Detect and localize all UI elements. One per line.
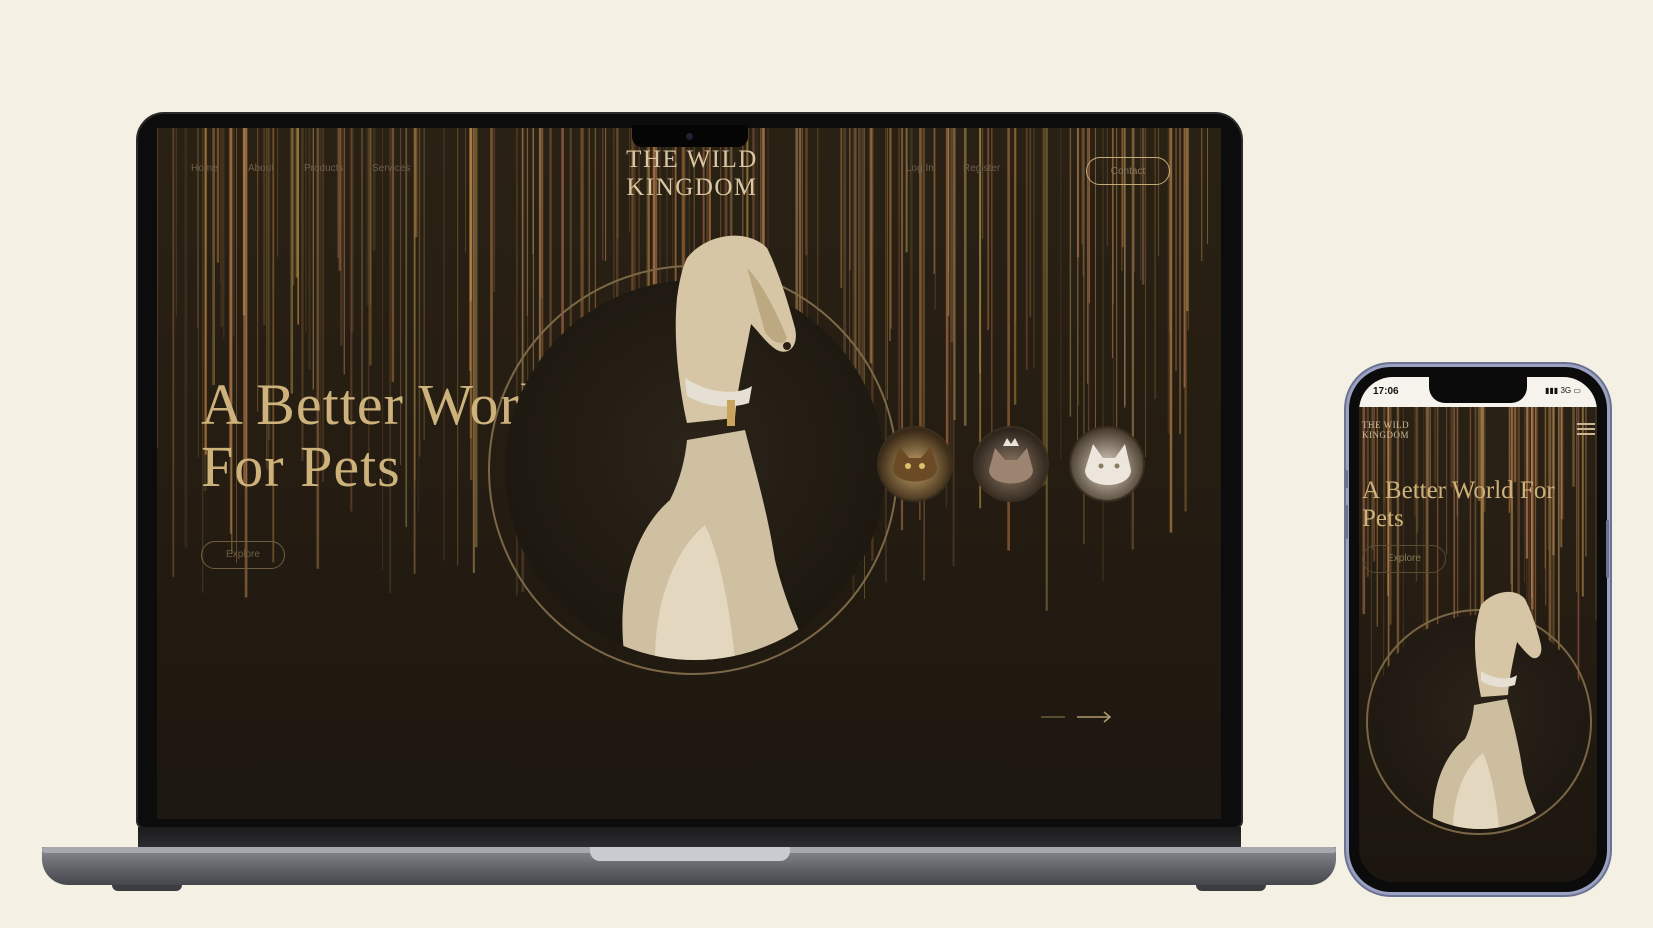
desktop-site: Home About Products Services Log In Regi… xyxy=(157,128,1221,819)
mobile-site: 17:06 ▮▮▮ 3G ▭ THE WILD KINGDOM A Better… xyxy=(1359,377,1597,882)
nav-home[interactable]: Home xyxy=(191,163,218,174)
mobile-hero-title-line-1: A Better World For xyxy=(1362,477,1555,504)
nav-register[interactable]: Register xyxy=(963,163,1000,174)
nav-services[interactable]: Services xyxy=(372,163,410,174)
phone-volume-button xyxy=(1345,505,1348,539)
contact-button[interactable]: Contact xyxy=(1086,157,1170,185)
battery-icon: ▭ xyxy=(1573,386,1581,395)
laptop-foot-right xyxy=(1196,885,1266,891)
mobile-explore-button[interactable]: Explore xyxy=(1362,545,1446,573)
phone-notch xyxy=(1429,377,1527,403)
thumbnail-cat-1[interactable] xyxy=(879,428,951,500)
mobile-hero-title: A Better World For Pets xyxy=(1362,477,1592,533)
explore-button[interactable]: Explore xyxy=(201,541,285,569)
nav-login[interactable]: Log In xyxy=(906,163,934,174)
mobile-logo-line-2: KINGDOM xyxy=(1362,430,1409,440)
network-label: 3G xyxy=(1560,386,1572,395)
laptop-foot-left xyxy=(112,885,182,891)
mobile-logo[interactable]: THE WILD KINGDOM xyxy=(1362,420,1409,440)
thumbnail-cat-3[interactable] xyxy=(1071,428,1143,500)
cat-portrait-icon xyxy=(1085,444,1131,485)
dog-head-icon xyxy=(675,235,796,426)
phone-side-button xyxy=(1345,470,1348,488)
hamburger-menu-icon[interactable] xyxy=(1577,423,1595,435)
signal-icon: ▮▮▮ xyxy=(1545,386,1559,395)
site-logo[interactable]: THE WILD KINGDOM xyxy=(597,146,787,202)
status-time: 17:06 xyxy=(1373,386,1399,397)
nav-products[interactable]: Products xyxy=(304,163,343,174)
dog-head-icon xyxy=(1474,591,1542,697)
cat-portrait-icon xyxy=(989,438,1033,484)
camera-icon xyxy=(686,133,693,140)
next-arrow-icon[interactable] xyxy=(1077,710,1113,724)
nav-about[interactable]: About xyxy=(248,163,274,174)
prev-arrow-icon[interactable] xyxy=(1041,716,1065,718)
logo-line-2: KINGDOM xyxy=(626,174,758,201)
cat-portrait-icon xyxy=(893,446,937,482)
mobile-hero-title-line-2: Pets xyxy=(1362,505,1404,532)
phone-power-button xyxy=(1606,520,1609,578)
laptop-thumb-notch xyxy=(590,847,790,861)
mobile-logo-line-1: THE WILD xyxy=(1362,420,1410,430)
logo-line-1: THE WILD xyxy=(626,146,758,173)
thumbnail-cat-2[interactable] xyxy=(975,428,1047,500)
status-signal: ▮▮▮ 3G ▭ xyxy=(1545,386,1581,395)
laptop-hinge xyxy=(138,827,1241,847)
